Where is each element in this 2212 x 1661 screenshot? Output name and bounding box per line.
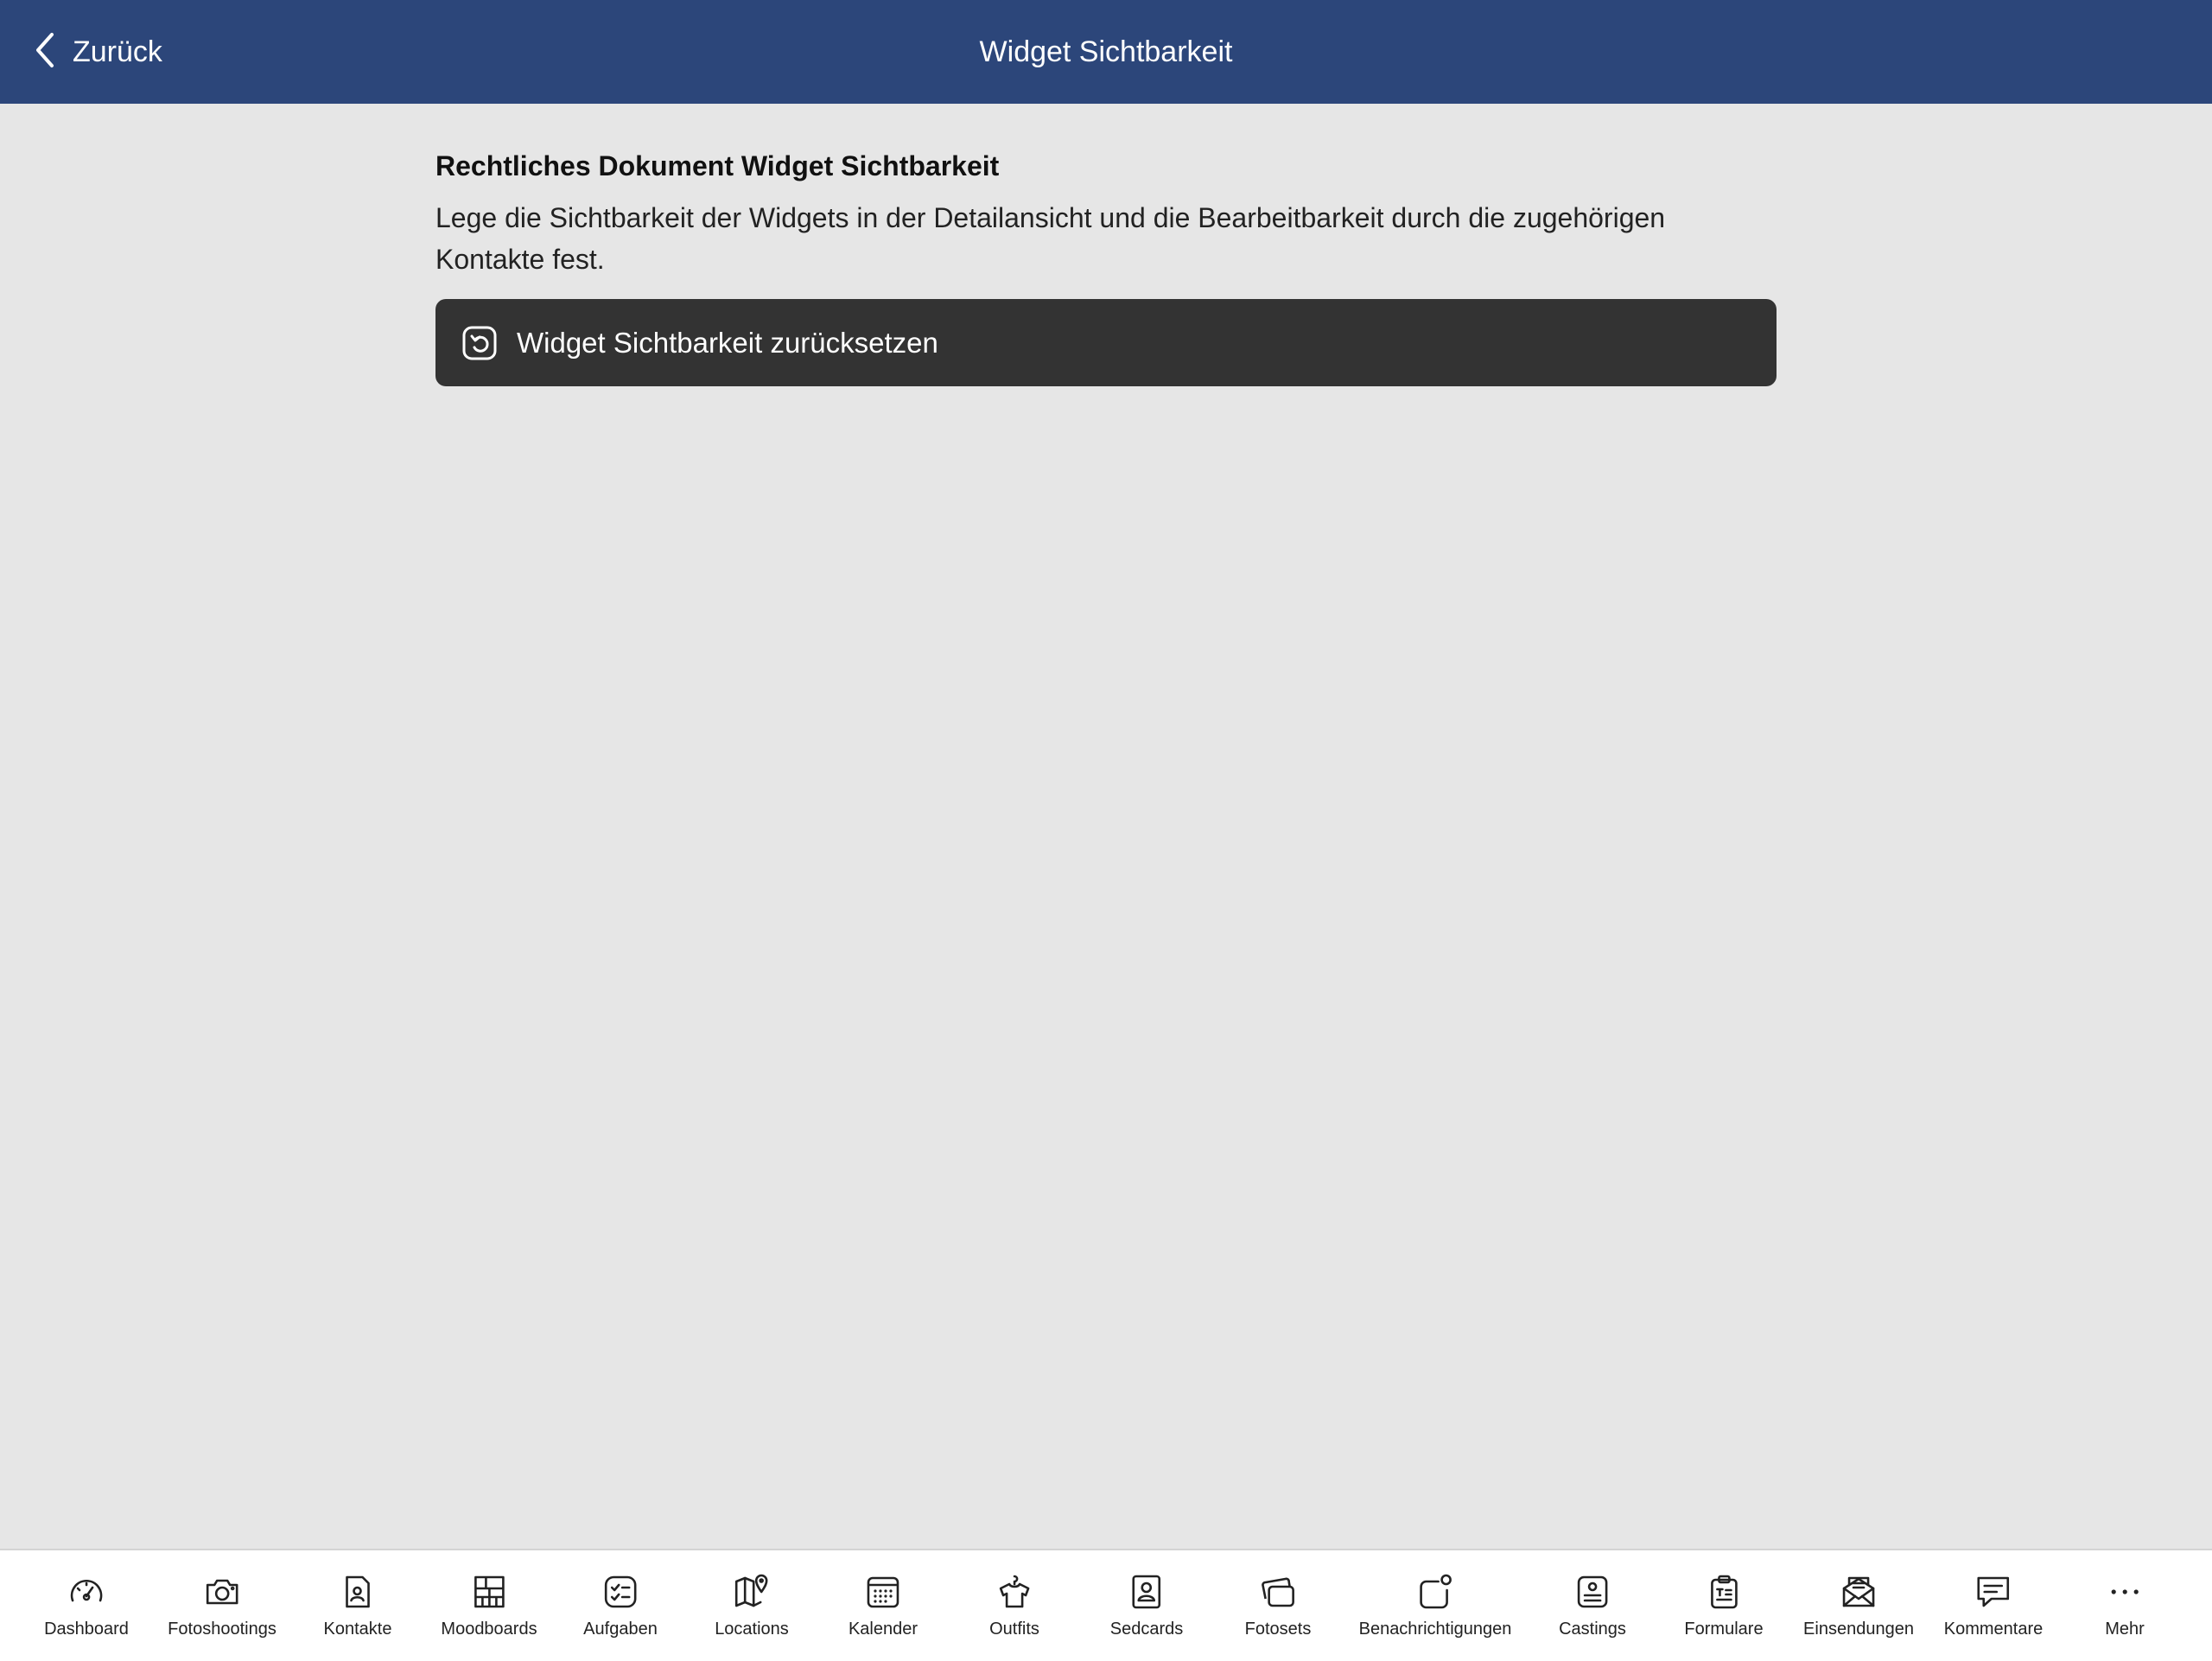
speedometer-icon	[67, 1573, 105, 1611]
map-pin-icon	[733, 1573, 771, 1611]
tab-locations[interactable]: Locations	[715, 1550, 789, 1661]
tab-castings[interactable]: Castings	[1559, 1550, 1626, 1661]
tab-formulare[interactable]: Formulare	[1684, 1550, 1764, 1661]
tab-dashboard[interactable]: Dashboard	[44, 1550, 129, 1661]
tab-sedcards[interactable]: Sedcards	[1109, 1550, 1184, 1661]
tab-kommentare[interactable]: Kommentare	[1943, 1550, 2044, 1661]
tab-einsendungen[interactable]: Einsendungen	[1803, 1550, 1914, 1661]
tab-aufgaben[interactable]: Aufgaben	[583, 1550, 658, 1661]
content-area: Rechtliches Dokument Widget Sichtbarkeit…	[435, 145, 1777, 386]
portrait-card-icon	[1128, 1573, 1166, 1611]
tab-kalender[interactable]: Kalender	[849, 1550, 918, 1661]
tab-benachrichtigungen[interactable]: Benachrichtigungen	[1358, 1550, 1512, 1661]
reset-button-label: Widget Sichtbarkeit zurücksetzen	[517, 326, 938, 359]
tab-label: Moodboards	[441, 1620, 537, 1639]
navigation-bar: Zurück Widget Sichtbarkeit	[0, 0, 2212, 104]
section-description: Lege die Sichtbarkeit der Widgets in der…	[435, 202, 1666, 275]
tab-label: Benachrichtigungen	[1358, 1620, 1512, 1639]
page-title: Widget Sichtbarkeit	[979, 35, 1233, 68]
tab-label: Kommentare	[1943, 1620, 2044, 1639]
clipboard-icon	[1705, 1573, 1743, 1611]
section-title: Rechtliches Dokument Widget Sichtbarkeit	[435, 150, 1000, 181]
tab-label: Mehr	[2105, 1620, 2145, 1639]
grid-board-icon	[470, 1573, 508, 1611]
tab-fotosets[interactable]: Fotosets	[1244, 1550, 1312, 1661]
shirt-icon	[995, 1573, 1033, 1611]
camera-icon	[203, 1573, 241, 1611]
tab-moodboards[interactable]: Moodboards	[441, 1550, 537, 1661]
photo-stack-icon	[1259, 1573, 1297, 1611]
tab-label: Fotosets	[1244, 1620, 1312, 1639]
tab-outfits[interactable]: Outfits	[989, 1550, 1039, 1661]
tab-label: Kontakte	[323, 1620, 392, 1639]
back-label: Zurück	[73, 35, 162, 68]
tab-kontakte[interactable]: Kontakte	[323, 1550, 392, 1661]
tab-mehr[interactable]: Mehr	[2105, 1550, 2145, 1661]
more-dots-icon	[2106, 1573, 2144, 1611]
tab-label: Dashboard	[44, 1620, 129, 1639]
tab-label: Outfits	[989, 1620, 1039, 1639]
comment-icon	[1974, 1573, 2012, 1611]
checklist-icon	[601, 1573, 639, 1611]
tab-label: Sedcards	[1109, 1620, 1184, 1639]
tab-fotoshootings[interactable]: Fotoshootings	[168, 1550, 276, 1661]
tab-label: Fotoshootings	[168, 1620, 276, 1639]
envelope-open-icon	[1840, 1573, 1878, 1611]
tab-label: Kalender	[848, 1620, 918, 1639]
contact-card-icon	[339, 1573, 377, 1611]
chevron-left-icon	[33, 31, 57, 73]
calendar-icon	[864, 1573, 902, 1611]
tab-label: Einsendungen	[1803, 1620, 1914, 1639]
tab-bar: Dashboard Fotoshootings Kontakte Moodboa…	[0, 1549, 2212, 1661]
notification-icon	[1416, 1573, 1454, 1611]
back-button[interactable]: Zurück	[33, 0, 162, 104]
reset-arrow-icon	[461, 325, 498, 361]
reset-widget-visibility-button[interactable]: Widget Sichtbarkeit zurücksetzen	[435, 299, 1777, 386]
tab-label: Formulare	[1684, 1620, 1764, 1639]
tab-label: Locations	[715, 1620, 789, 1639]
tab-label: Castings	[1559, 1620, 1626, 1639]
id-badge-icon	[1573, 1573, 1611, 1611]
tab-label: Aufgaben	[583, 1620, 658, 1639]
